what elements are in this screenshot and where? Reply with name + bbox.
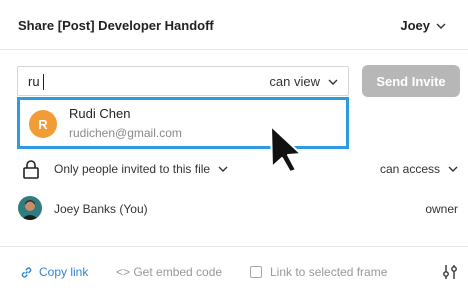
invite-permission-dropdown[interactable]: can view — [269, 74, 338, 89]
suggestion-email: rudichen@gmail.com — [69, 126, 182, 140]
user-menu[interactable]: Joey — [400, 18, 446, 33]
link-icon — [21, 266, 32, 278]
link-to-frame-checkbox[interactable] — [250, 266, 262, 278]
chevron-down-icon — [448, 166, 458, 172]
avatar: R — [29, 110, 57, 138]
dialog-title: Share [Post] Developer Handoff — [18, 18, 214, 33]
sliders-icon[interactable] — [441, 263, 459, 281]
member-row: Joey Banks (You) owner — [0, 196, 468, 222]
link-to-frame-label: Link to selected frame — [270, 265, 388, 279]
access-permission-label: can access — [379, 162, 440, 176]
access-permission-dropdown[interactable]: can access — [380, 162, 458, 176]
member-role: owner — [425, 202, 458, 216]
invite-email-input[interactable]: ru can view — [17, 66, 349, 96]
invite-input-value: ru — [28, 74, 40, 89]
general-access-row: Only people invited to this file can acc… — [0, 156, 468, 182]
invite-permission-label: can view — [269, 74, 320, 89]
text-caret — [43, 74, 44, 90]
user-name: Joey — [400, 18, 430, 33]
copy-link-label: Copy link — [39, 265, 89, 279]
link-to-frame-option[interactable]: Link to selected frame — [250, 265, 387, 279]
chevron-down-icon — [218, 166, 228, 172]
access-scope-label: Only people invited to this file — [54, 162, 211, 176]
embed-code-label: <> Get embed code — [116, 265, 223, 279]
member-name: Joey Banks (You) — [54, 202, 148, 216]
dialog-header: Share [Post] Developer Handoff Joey — [0, 0, 468, 50]
chevron-down-icon — [328, 79, 338, 85]
chevron-down-icon — [436, 23, 446, 29]
send-invite-button[interactable]: Send Invite — [362, 65, 460, 97]
access-scope-dropdown[interactable]: Only people invited to this file — [54, 162, 228, 176]
dialog-footer: Copy link <> Get embed code Link to sele… — [0, 246, 468, 294]
avatar — [18, 196, 42, 220]
suggestion-name: Rudi Chen — [69, 106, 131, 121]
copy-link-button[interactable]: Copy link — [20, 265, 88, 279]
lock-icon — [23, 160, 39, 179]
embed-code-button[interactable]: <> Get embed code — [116, 265, 222, 279]
